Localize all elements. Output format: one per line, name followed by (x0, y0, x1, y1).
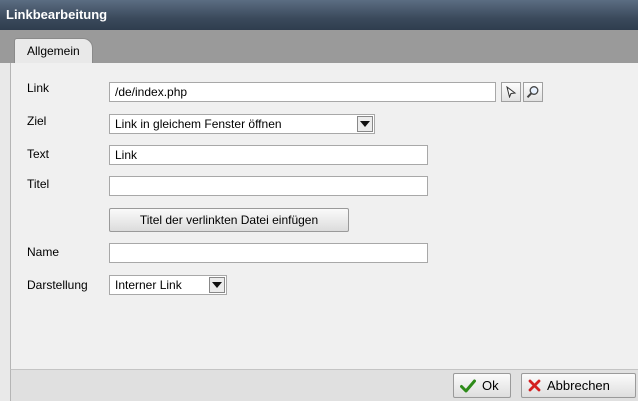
x-icon (528, 379, 541, 392)
dialog-footer: Ok Abbrechen (10, 369, 638, 401)
link-edit-dialog: Linkbearbeitung Allgemein Link Ziel Link… (0, 0, 638, 401)
tab-allgemein[interactable]: Allgemein (14, 38, 93, 64)
dialog-title: Linkbearbeitung (0, 0, 638, 30)
insert-title-button[interactable]: Titel der verlinkten Datei einfügen (109, 208, 349, 232)
titel-input[interactable] (109, 176, 428, 196)
magnifier-icon (526, 86, 539, 98)
link-pick-button[interactable] (501, 82, 521, 102)
name-input[interactable] (109, 243, 428, 263)
cancel-button[interactable]: Abbrechen (521, 373, 636, 398)
text-input[interactable] (109, 145, 428, 165)
link-label: Link (27, 81, 50, 95)
darstellung-select[interactable]: Interner Link (109, 275, 227, 295)
ok-label: Ok (482, 378, 499, 393)
titel-label: Titel (27, 177, 50, 191)
ziel-select-value: Link in gleichem Fenster öffnen (115, 117, 282, 131)
ziel-label: Ziel (27, 114, 47, 128)
ok-button[interactable]: Ok (453, 373, 511, 398)
checkmark-icon (460, 379, 476, 392)
tab-strip: Allgemein (0, 30, 638, 64)
darstellung-label: Darstellung (27, 278, 88, 292)
cancel-label: Abbrechen (547, 378, 610, 393)
darstellung-select-value: Interner Link (115, 278, 182, 292)
name-label: Name (27, 245, 60, 259)
link-search-button[interactable] (523, 82, 543, 102)
cursor-arrow-icon (506, 86, 517, 98)
tab-content: Link Ziel Link in gleichem Fenster öffne… (10, 63, 638, 369)
ziel-select[interactable]: Link in gleichem Fenster öffnen (109, 114, 375, 134)
link-input[interactable] (109, 82, 496, 102)
chevron-down-icon[interactable] (209, 277, 225, 293)
chevron-down-icon[interactable] (357, 116, 373, 132)
text-label: Text (27, 147, 50, 161)
